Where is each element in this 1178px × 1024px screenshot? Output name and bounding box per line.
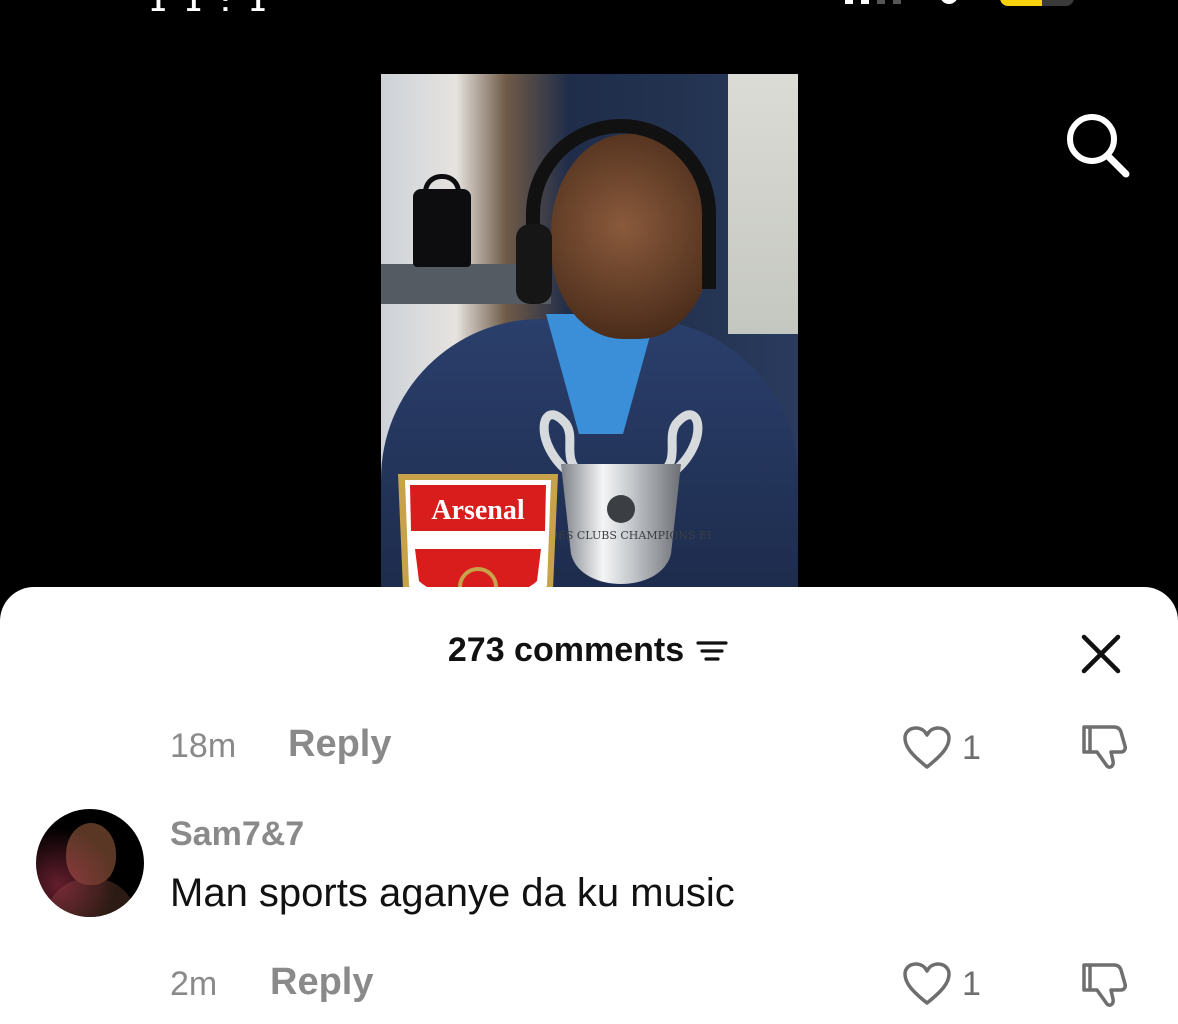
comment-time: 2m	[170, 965, 218, 1003]
handbag-image	[413, 189, 471, 267]
badge-text: Arsenal	[431, 495, 525, 526]
trophy-engraving: DES CLUBS CHAMPIONS EUROPÉENS	[549, 528, 711, 542]
headphones-image	[526, 119, 716, 289]
status-bar: 1 1 : 1	[0, 0, 1178, 17]
comment-meta-row: 2m Reply 1	[0, 957, 1178, 1017]
dislike-icon[interactable]	[1080, 719, 1134, 773]
like-count: 1	[962, 729, 981, 767]
comment-meta-row: 18m Reply 1	[0, 719, 1178, 779]
heart-icon[interactable]	[902, 961, 952, 1007]
comment-time: 18m	[170, 727, 237, 765]
close-icon[interactable]	[1078, 631, 1124, 677]
comments-sheet: 273 comments 18m Reply 1 Sam7&7 Man spor…	[0, 587, 1178, 1024]
battery-icon	[1000, 0, 1074, 6]
video-thumbnail[interactable]: DES CLUBS CHAMPIONS EUROPÉENS Arsenal	[381, 74, 798, 614]
wifi-icon	[940, 0, 958, 4]
status-time: 1 1 : 1	[150, 0, 272, 17]
like-count: 1	[962, 965, 981, 1003]
avatar[interactable]	[36, 809, 144, 917]
reply-button[interactable]: Reply	[288, 723, 391, 766]
dislike-icon[interactable]	[1080, 957, 1134, 1011]
comment-item: Sam7&7 Man sports aganye da ku music	[0, 809, 1178, 929]
search-icon[interactable]	[1060, 108, 1132, 180]
comments-header: 273 comments	[0, 617, 1178, 687]
sort-icon[interactable]	[694, 637, 730, 665]
heart-icon[interactable]	[902, 725, 952, 771]
comment-username[interactable]: Sam7&7	[170, 815, 304, 854]
reply-button[interactable]: Reply	[270, 961, 373, 1004]
comment-text: Man sports aganye da ku music	[170, 871, 735, 915]
signal-icon	[845, 0, 901, 4]
comments-title: 273 comments	[447, 631, 685, 669]
comments-title-wrap: 273 comments	[0, 631, 1178, 670]
